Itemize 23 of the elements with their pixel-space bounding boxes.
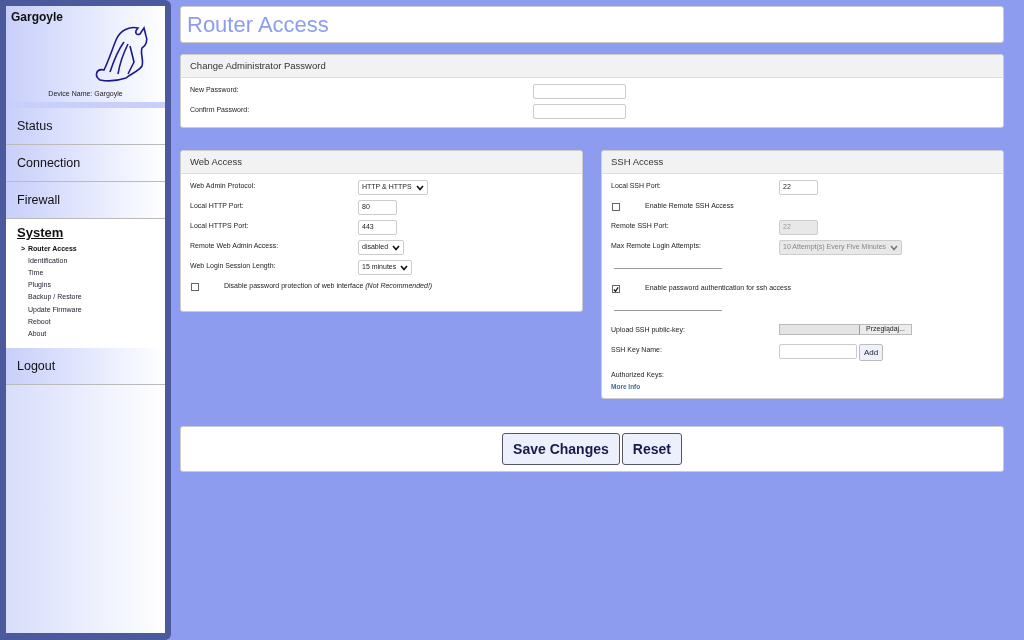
nav-item[interactable]: System bbox=[6, 219, 165, 243]
input-field[interactable] bbox=[533, 84, 626, 99]
panel-title: Web Access bbox=[190, 154, 243, 169]
nav-item[interactable]: Firewall bbox=[6, 182, 165, 219]
add-button[interactable]: Add bbox=[859, 344, 884, 361]
action-button[interactable]: Save Changes bbox=[502, 433, 620, 465]
chevron-down-icon bbox=[890, 244, 899, 251]
panel-title: SSH Access bbox=[611, 154, 664, 169]
nav-item[interactable]: Status bbox=[6, 108, 165, 145]
nav-item[interactable]: Logout bbox=[6, 348, 165, 386]
input-field[interactable] bbox=[779, 344, 857, 359]
panel-title: Change Administrator Password bbox=[190, 58, 326, 73]
brand-name: Gargoyle bbox=[11, 9, 64, 26]
chevron-down-icon bbox=[415, 184, 424, 191]
nav-item[interactable]: Connection bbox=[6, 145, 165, 182]
page-title: Router Access bbox=[187, 11, 329, 39]
action-button[interactable]: Reset bbox=[621, 433, 682, 465]
input-field[interactable] bbox=[533, 104, 626, 119]
checkbox[interactable] bbox=[612, 203, 620, 211]
chevron-down-icon bbox=[392, 244, 401, 251]
chevron-down-icon bbox=[400, 264, 409, 271]
checkbox[interactable] bbox=[612, 285, 620, 293]
checkbox[interactable] bbox=[191, 283, 199, 291]
